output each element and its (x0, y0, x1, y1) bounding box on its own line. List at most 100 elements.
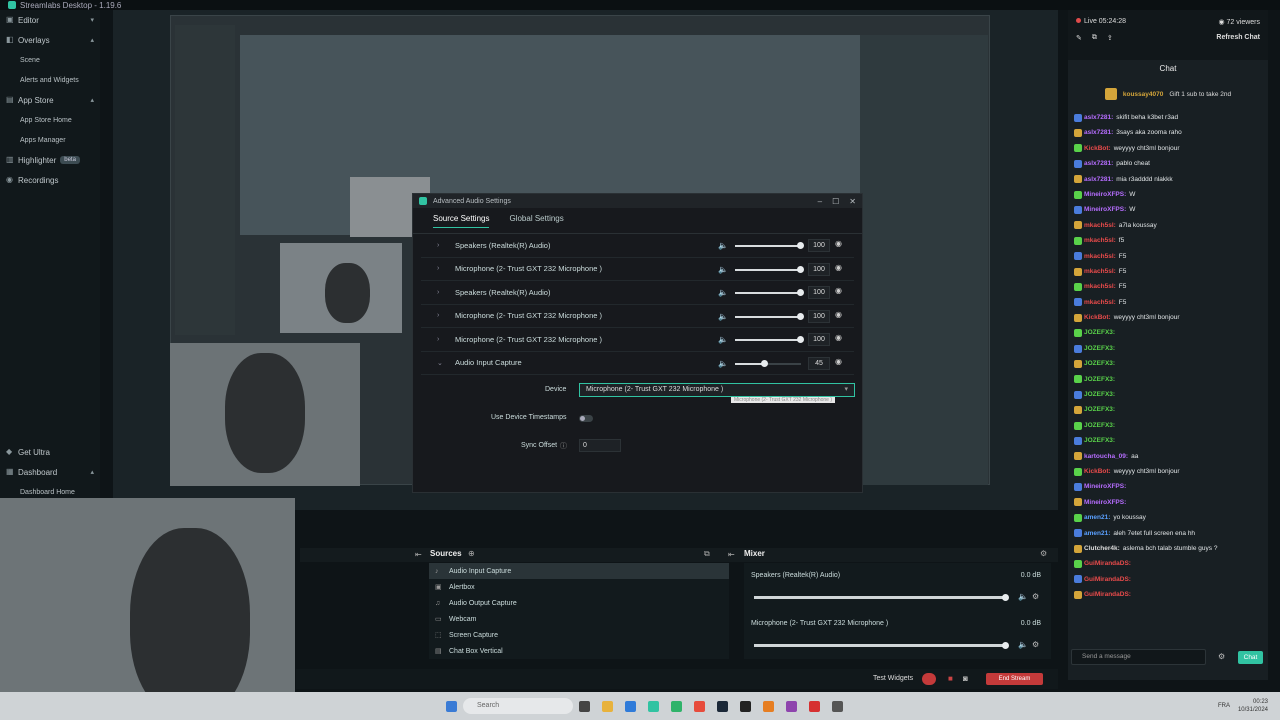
maximize-icon[interactable]: ☐ (832, 197, 839, 206)
mail-icon[interactable] (625, 700, 636, 712)
chevron-right-icon[interactable]: › (437, 265, 447, 272)
discord-icon[interactable] (786, 700, 797, 712)
app-icon[interactable] (740, 700, 751, 712)
tab-global-settings[interactable]: Global Settings (509, 214, 563, 227)
chat-username[interactable]: JOZEFX3: (1084, 402, 1115, 417)
chat-username[interactable]: JOZEFX3: (1084, 387, 1115, 402)
audio-source-row[interactable]: › Microphone (2- Trust GXT 232 Microphone… (421, 328, 854, 352)
sidebar-item-app-store[interactable]: ▤ App Store ▴ (0, 90, 100, 110)
volume-icon[interactable]: 🔈 (718, 288, 728, 297)
device-select[interactable]: Microphone (2- Trust GXT 232 Microphone … (579, 383, 855, 397)
source-item-alertbox[interactable]: ▣ Alertbox (429, 579, 729, 595)
chat-username[interactable]: aslx7281: (1084, 125, 1113, 140)
volume-slider[interactable] (735, 359, 801, 367)
chrome-icon[interactable] (694, 700, 705, 712)
chat-username[interactable]: aslx7281: (1084, 110, 1113, 125)
volume-icon[interactable]: 🔈 (718, 312, 728, 321)
get-ultra-link[interactable]: ◆ Get Ultra (0, 442, 100, 462)
volume-slider[interactable] (735, 336, 804, 343)
eye-icon[interactable]: ◉ (835, 239, 842, 248)
source-item-audio-input[interactable]: ♪ Audio Input Capture (429, 563, 729, 579)
volume-icon[interactable]: 🔈 (718, 359, 728, 368)
volume-input[interactable]: 100 (808, 333, 830, 346)
sidebar-item-apps-manager[interactable]: Apps Manager (0, 130, 100, 150)
volume-icon[interactable]: 🔈 (718, 335, 728, 344)
eye-icon[interactable]: ◉ (835, 333, 842, 342)
sources-toggle-icon[interactable]: ⇤ (415, 550, 422, 559)
taskbar-search[interactable]: Search (463, 698, 573, 714)
brave-icon[interactable] (763, 700, 774, 712)
mixer-slider-speakers[interactable] (754, 594, 1009, 601)
chat-username[interactable]: JOZEFX3: (1084, 372, 1115, 387)
volume-icon[interactable]: 🔈 (718, 241, 728, 250)
windows-start-icon[interactable] (446, 700, 457, 712)
chevron-right-icon[interactable]: › (437, 242, 447, 249)
chat-username[interactable]: JOZEFX3: (1084, 433, 1115, 448)
chat-username[interactable]: mkach5sl: (1084, 249, 1116, 264)
chat-username[interactable]: MineiroXFPS: (1084, 202, 1126, 217)
source-item-audio-output[interactable]: ♫ Audio Output Capture (429, 595, 729, 611)
test-widgets-button[interactable]: Test Widgets (873, 675, 913, 682)
chat-username[interactable]: GuiMirandaDS: (1084, 587, 1131, 602)
chat-username[interactable]: MineiroXFPS: (1084, 479, 1126, 494)
chevron-right-icon[interactable]: › (437, 312, 447, 319)
chat-username[interactable]: aslx7281: (1084, 172, 1113, 187)
audio-source-row[interactable]: › Speakers (Realtek(R) Audio) 🔈 100 ◉ (421, 281, 854, 305)
source-item-webcam[interactable]: ▭ Webcam (429, 611, 729, 627)
volume-slider[interactable] (735, 312, 804, 320)
chat-send-button[interactable]: Chat (1238, 651, 1263, 664)
audio-source-row[interactable]: › Microphone (2- Trust GXT 232 Microphone… (421, 305, 854, 328)
volume-icon[interactable]: 🔈 (1018, 640, 1028, 649)
share-icon[interactable]: ⇪ (1107, 34, 1113, 42)
minimize-icon[interactable]: – (818, 197, 822, 206)
volume-slider[interactable] (735, 289, 804, 296)
chat-username[interactable]: KickBot: (1084, 141, 1111, 156)
chat-username[interactable]: kartoucha_09: (1084, 449, 1128, 464)
chat-username[interactable]: KickBot: (1084, 464, 1111, 479)
task-view-icon[interactable] (579, 700, 590, 712)
replay-buffer-icon[interactable]: ◙ (963, 674, 968, 683)
chat-username[interactable]: JOZEFX3: (1084, 356, 1115, 371)
app-icon-2[interactable] (809, 700, 820, 712)
mixer-settings-icon[interactable]: ⚙ (1040, 549, 1047, 558)
chat-username[interactable]: amen21: (1084, 510, 1110, 525)
sidebar-item-alerts[interactable]: Alerts and Widgets (0, 70, 100, 90)
chat-username[interactable]: JOZEFX3: (1084, 341, 1115, 356)
chevron-down-icon[interactable]: ⌄ (437, 359, 447, 367)
eye-icon[interactable]: ◉ (835, 357, 842, 366)
settings-icon[interactable] (832, 700, 843, 712)
chevron-right-icon[interactable]: › (437, 289, 447, 296)
volume-slider[interactable] (735, 265, 804, 273)
steam-icon[interactable] (717, 700, 728, 712)
eye-icon[interactable]: ◉ (835, 286, 842, 295)
chat-username[interactable]: aslx7281: (1084, 156, 1113, 171)
source-item-chat-box[interactable]: ▤ Chat Box Vertical (429, 643, 729, 659)
chat-input[interactable]: Send a message (1071, 649, 1206, 665)
volume-input[interactable]: 100 (808, 309, 830, 323)
sidebar-item-dashboard[interactable]: ▦ Dashboard ▴ (0, 462, 100, 482)
sidebar-item-overlays[interactable]: ◧ Overlays ▴ (0, 30, 100, 50)
source-tools-icon[interactable]: ⧉ (704, 549, 710, 559)
sidebar-item-recordings[interactable]: ◉ Recordings (0, 170, 100, 190)
chat-username[interactable]: KickBot: (1084, 310, 1111, 325)
sidebar-item-editor[interactable]: ▣ Editor ▾ (0, 10, 100, 30)
volume-input[interactable]: 45 (808, 356, 830, 370)
chat-username[interactable]: GuiMirandaDS: (1084, 572, 1131, 587)
sidebar-item-highlighter[interactable]: ▥ Highlighter beta (0, 150, 100, 170)
timestamps-toggle[interactable] (579, 415, 593, 422)
tab-source-settings[interactable]: Source Settings (433, 214, 490, 228)
whatsapp-icon[interactable] (671, 700, 682, 712)
stop-icon[interactable]: ■ (948, 674, 953, 683)
audio-source-row[interactable]: ⌄ Audio Input Capture 🔈 45 ◉ (421, 352, 854, 375)
volume-input[interactable]: 100 (808, 286, 830, 299)
chat-username[interactable]: GuiMirandaDS: (1084, 556, 1131, 571)
sidebar-item-app-store-home[interactable]: App Store Home (0, 110, 100, 130)
chat-username[interactable]: mkach5sl: (1084, 264, 1116, 279)
chat-username[interactable]: MineiroXFPS: (1084, 495, 1126, 510)
streamlabs-icon[interactable] (648, 700, 659, 712)
end-stream-button[interactable]: End Stream (986, 673, 1043, 685)
chat-username[interactable]: mkach5sl: (1084, 233, 1116, 248)
refresh-chat-button[interactable]: Refresh Chat (1216, 34, 1260, 42)
chat-username[interactable]: mkach5sl: (1084, 218, 1116, 233)
popout-icon[interactable]: ⧉ (1092, 34, 1097, 42)
